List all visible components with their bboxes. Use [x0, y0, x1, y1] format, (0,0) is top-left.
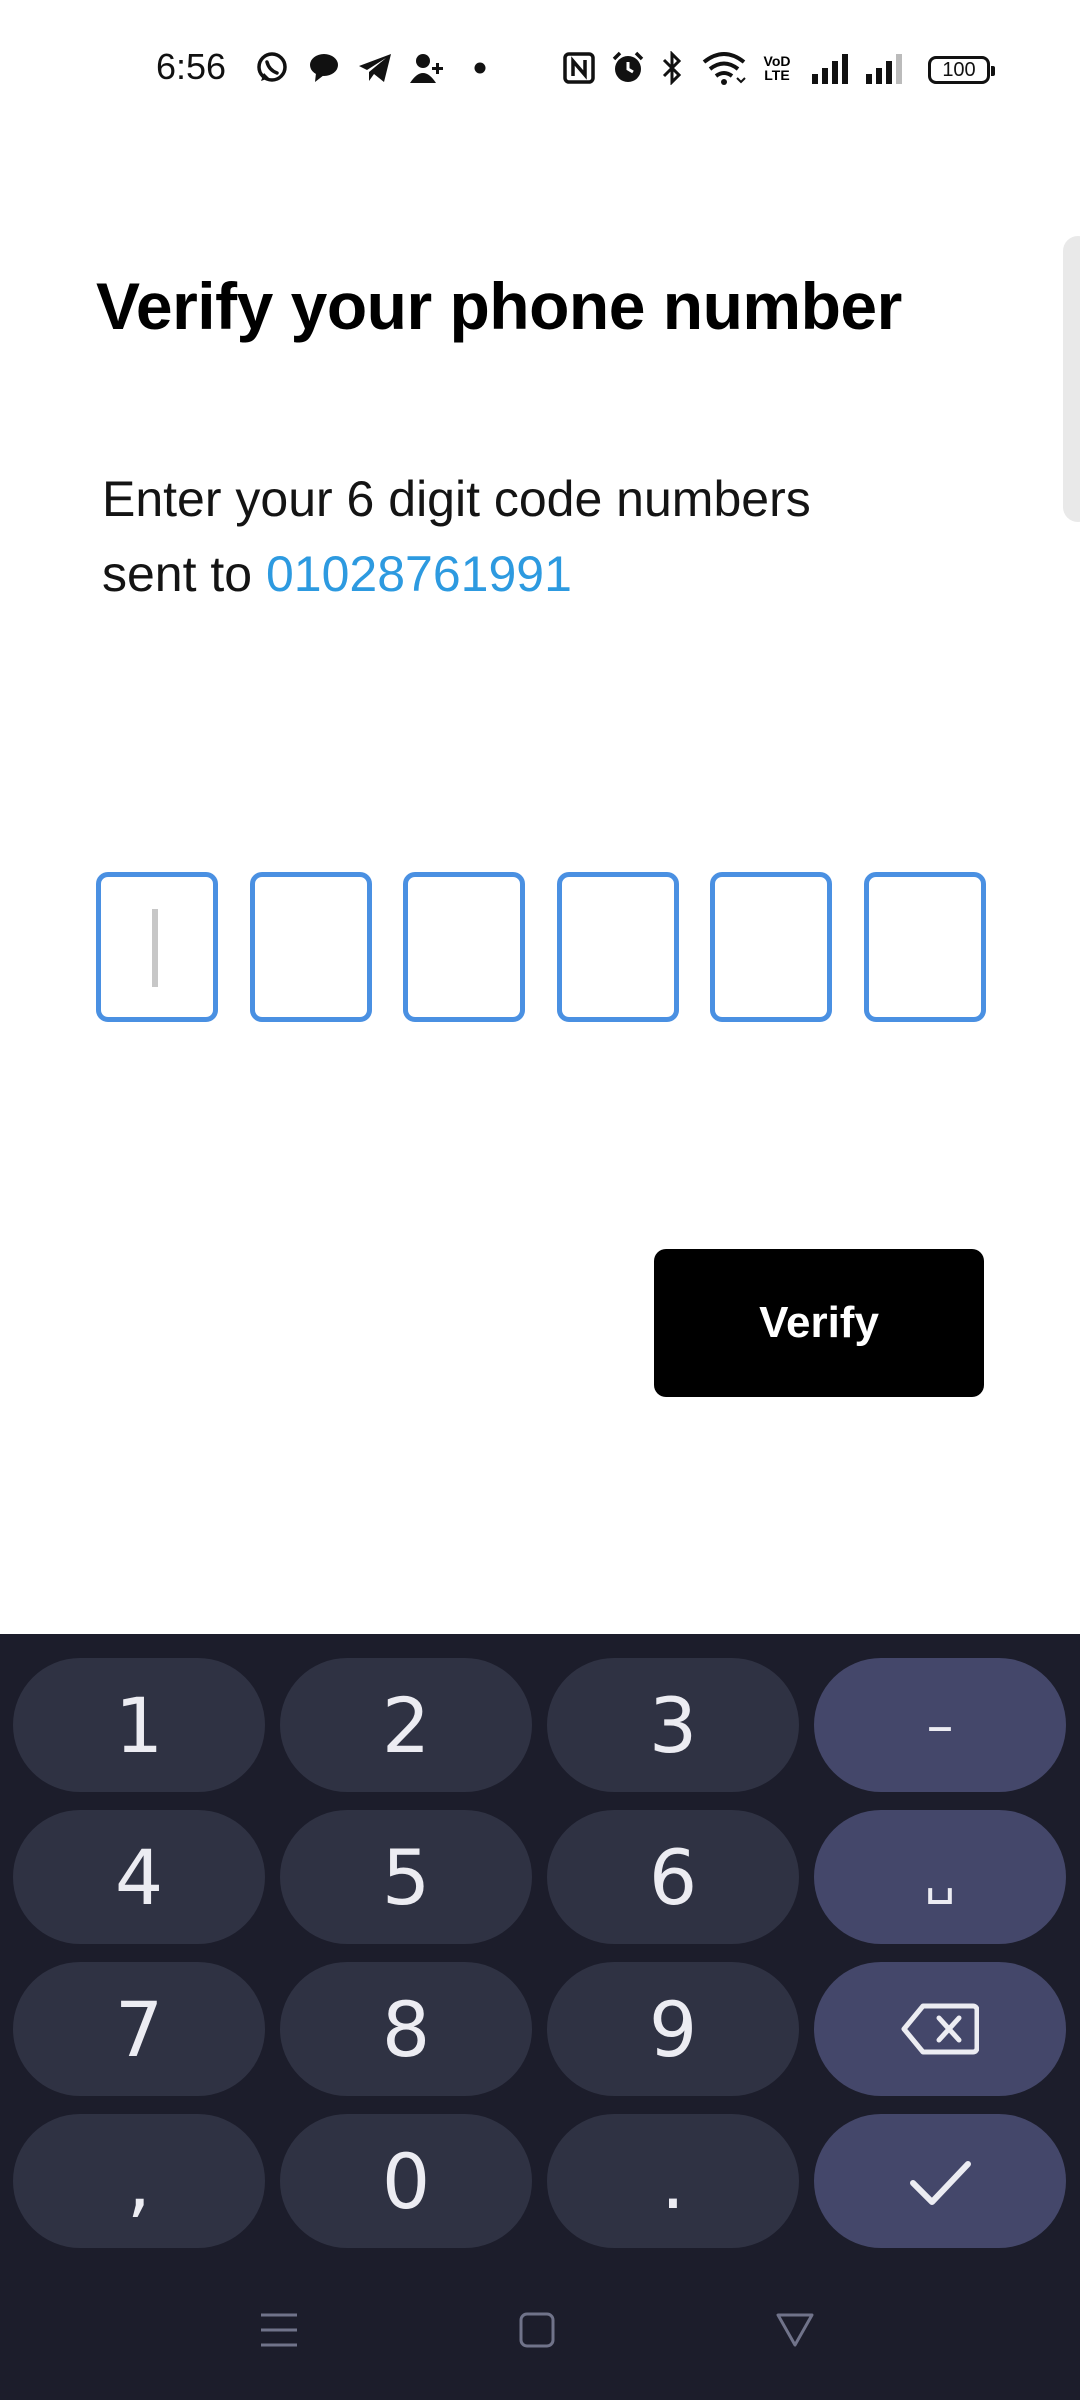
otp-digit-5[interactable]: [710, 872, 832, 1022]
key-5[interactable]: 5: [280, 1810, 532, 1944]
whatsapp-icon: [254, 48, 290, 88]
scrollbar[interactable]: [1063, 236, 1080, 522]
status-time: 6:56: [156, 46, 227, 87]
otp-digit-2[interactable]: [250, 872, 372, 1022]
otp-digit-1[interactable]: [96, 872, 218, 1022]
battery-icon: 100: [928, 56, 995, 84]
key-8[interactable]: 8: [280, 1962, 532, 2096]
person-add-icon: [408, 48, 446, 88]
instruction-line-2: sent to 01028761991: [102, 546, 572, 602]
instruction-text: Enter your 6 digit code numbers sent to …: [102, 462, 982, 612]
key-0[interactable]: 0: [280, 2114, 532, 2248]
text-cursor: [152, 909, 158, 987]
key-7[interactable]: 7: [13, 1962, 265, 2096]
signal-icon: [810, 48, 850, 88]
chat-bubble-icon: [306, 48, 342, 88]
key-3[interactable]: 3: [547, 1658, 799, 1792]
nfc-icon: [562, 48, 596, 88]
key-9[interactable]: 9: [547, 1962, 799, 2096]
menu-icon[interactable]: [252, 2300, 306, 2360]
backspace-icon: [901, 1985, 980, 2074]
check-icon: [908, 2137, 972, 2226]
telegram-icon: [356, 48, 394, 88]
key-6[interactable]: 6: [547, 1810, 799, 1944]
key-dash[interactable]: –: [814, 1658, 1066, 1792]
key-4[interactable]: 4: [13, 1810, 265, 1944]
instruction-line-1: Enter your 6 digit code numbers: [102, 471, 811, 527]
bluetooth-icon: [658, 48, 686, 88]
key-comma[interactable]: ,: [13, 2114, 265, 2248]
dot-icon: [470, 48, 490, 88]
home-icon[interactable]: [512, 2300, 562, 2360]
status-bar: 6:56 VoD LTE 100: [0, 0, 1080, 140]
key-period[interactable]: .: [547, 2114, 799, 2248]
otp-digit-3[interactable]: [403, 872, 525, 1022]
signal-icon: [864, 48, 904, 88]
verify-button[interactable]: Verify: [654, 1249, 984, 1397]
key-backspace[interactable]: [814, 1962, 1066, 2096]
key-done[interactable]: [814, 2114, 1066, 2248]
alarm-icon: [610, 48, 646, 88]
key-space[interactable]: ␣: [814, 1810, 1066, 1944]
wifi-icon: [700, 48, 748, 88]
page-title: Verify your phone number: [96, 269, 902, 343]
phone-number: 01028761991: [266, 546, 572, 602]
volte-icon: VoD LTE: [763, 53, 791, 83]
battery-level: 100: [942, 58, 976, 81]
key-1[interactable]: 1: [13, 1658, 265, 1792]
otp-input-row: [96, 872, 986, 1022]
otp-digit-6[interactable]: [864, 872, 986, 1022]
otp-digit-4[interactable]: [557, 872, 679, 1022]
key-2[interactable]: 2: [280, 1658, 532, 1792]
back-icon[interactable]: [770, 2300, 820, 2360]
